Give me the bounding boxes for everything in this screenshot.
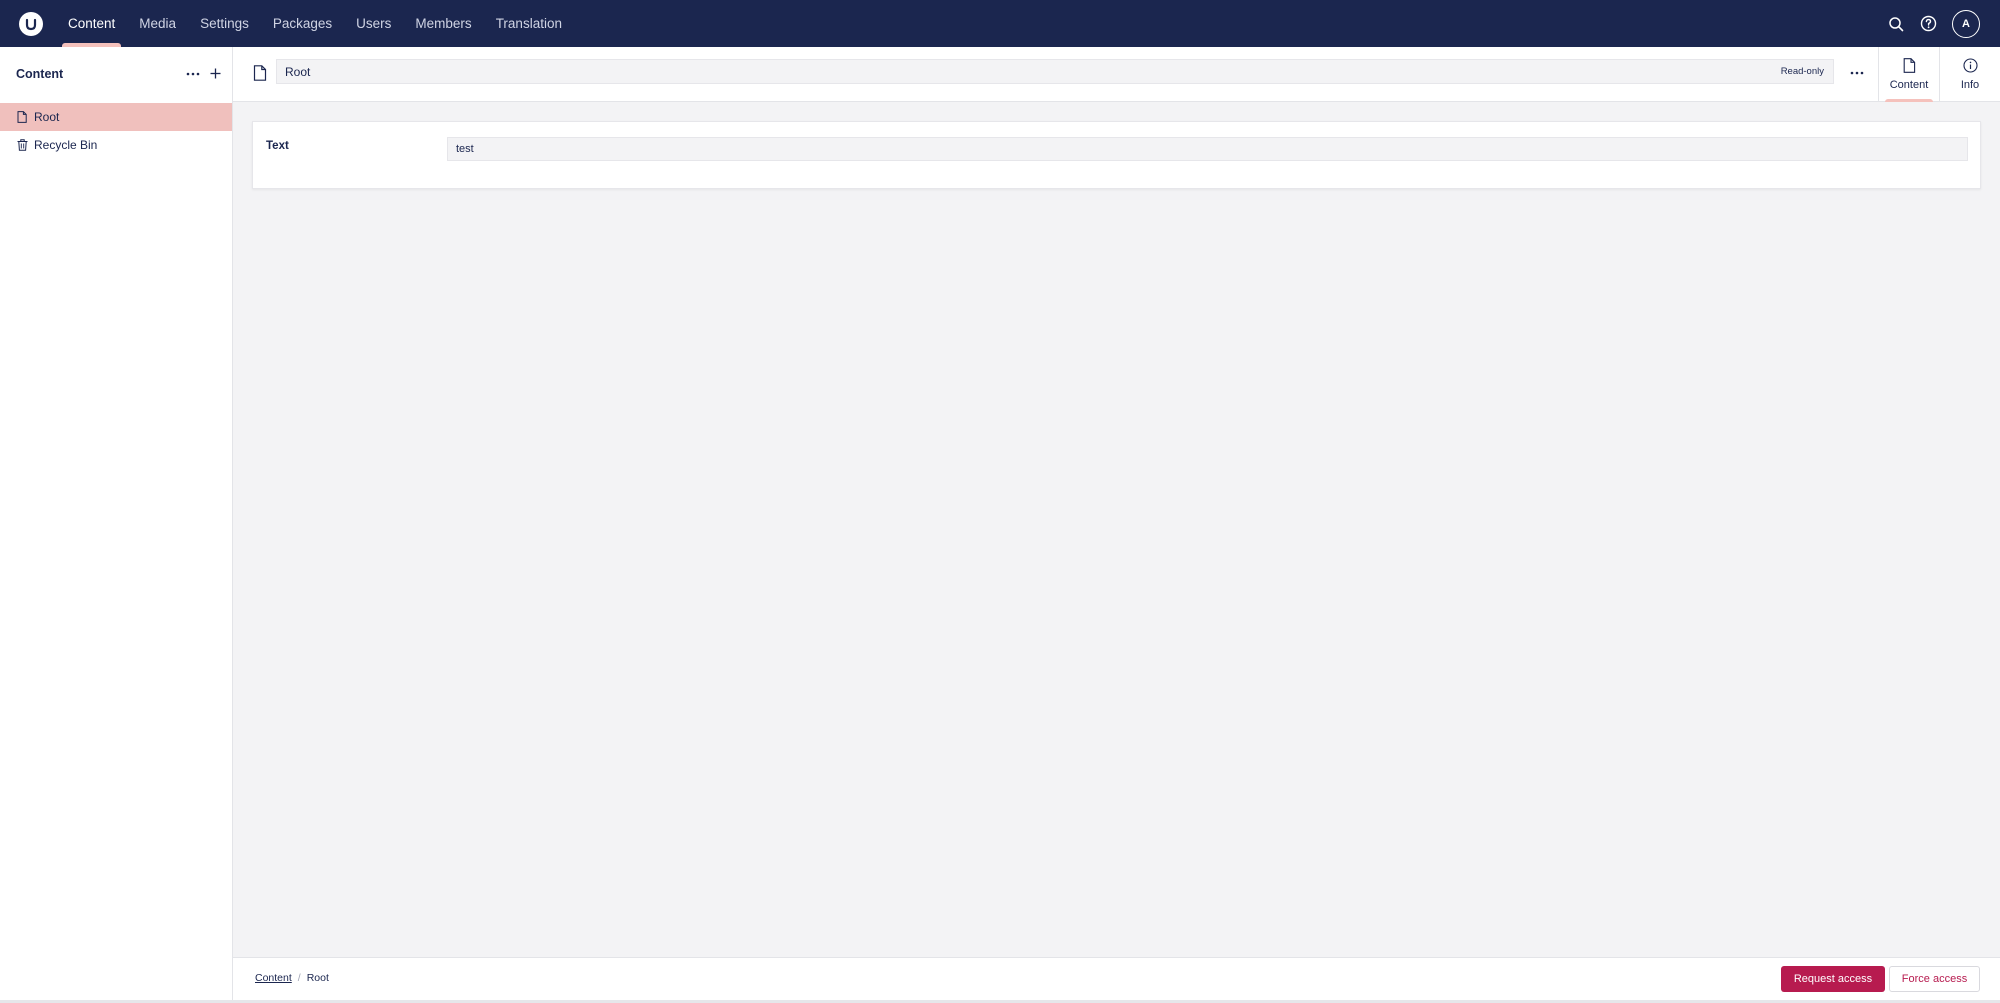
section-label: Packages bbox=[272, 16, 333, 31]
document-icon bbox=[16, 111, 28, 124]
tree-item-label: Recycle Bin bbox=[34, 138, 98, 152]
sidebar-title: Content bbox=[16, 66, 64, 81]
umbraco-logo-icon[interactable] bbox=[19, 11, 43, 36]
header-tools: A bbox=[1886, 0, 1980, 47]
section-media[interactable]: Media bbox=[127, 0, 188, 47]
breadcrumb-separator: / bbox=[297, 972, 301, 984]
read-only-badge: Read-only bbox=[1780, 66, 1824, 77]
workspace-footer: Content / Root Request access Force acce… bbox=[233, 957, 2000, 1001]
user-avatar[interactable]: A bbox=[1952, 9, 1980, 38]
text-property-input[interactable]: test bbox=[447, 137, 1968, 161]
section-label: Media bbox=[139, 16, 177, 31]
property-value: test bbox=[456, 143, 474, 155]
avatar-initial: A bbox=[1962, 17, 1970, 30]
tree-item-recycle-bin[interactable]: Recycle Bin bbox=[0, 131, 232, 159]
tab-label: Info bbox=[1960, 79, 1980, 91]
document-icon[interactable] bbox=[253, 65, 267, 81]
add-icon[interactable] bbox=[208, 67, 222, 81]
content-tree-sidebar: Content Root Recycle Bin bbox=[0, 47, 233, 1003]
search-icon[interactable] bbox=[1886, 14, 1906, 34]
node-name-value: Root bbox=[285, 64, 311, 79]
section-translation[interactable]: Translation bbox=[484, 0, 574, 47]
sidebar-actions bbox=[186, 47, 222, 100]
section-users[interactable]: Users bbox=[344, 0, 403, 47]
section-settings[interactable]: Settings bbox=[188, 0, 261, 47]
property-label: Text bbox=[266, 140, 289, 152]
tab-label: Content bbox=[1889, 79, 1929, 91]
tree-item-label: Root bbox=[34, 110, 60, 124]
breadcrumb-content-link[interactable]: Content bbox=[255, 972, 292, 984]
force-access-button[interactable]: Force access bbox=[1889, 966, 1980, 992]
request-access-button[interactable]: Request access bbox=[1781, 966, 1885, 992]
section-members[interactable]: Members bbox=[403, 0, 483, 47]
more-actions-icon[interactable] bbox=[186, 67, 200, 81]
tree-item-root[interactable]: Root bbox=[0, 103, 232, 131]
breadcrumb: Content / Root bbox=[255, 972, 329, 984]
tab-content[interactable]: Content bbox=[1878, 47, 1939, 102]
section-label: Users bbox=[356, 16, 392, 31]
tab-info[interactable]: Info bbox=[1939, 47, 2000, 102]
more-actions-icon[interactable] bbox=[1845, 66, 1869, 80]
section-label: Translation bbox=[495, 16, 562, 31]
trash-icon bbox=[16, 139, 28, 152]
workspace: Root Read-only Content Info Text test Co… bbox=[233, 47, 2000, 1003]
node-name-input[interactable]: Root Read-only bbox=[276, 59, 1834, 84]
sidebar-header: Content bbox=[0, 47, 232, 100]
document-icon bbox=[1903, 58, 1916, 76]
section-packages[interactable]: Packages bbox=[261, 0, 344, 47]
section-nav: Content Media Settings Packages Users Me… bbox=[56, 0, 574, 47]
section-content[interactable]: Content bbox=[56, 0, 127, 47]
top-header: Content Media Settings Packages Users Me… bbox=[0, 0, 2000, 47]
info-icon bbox=[1962, 58, 1978, 76]
section-label: Settings bbox=[200, 16, 249, 31]
workspace-header: Root Read-only Content Info bbox=[233, 47, 2000, 102]
help-icon[interactable] bbox=[1918, 14, 1938, 34]
properties-card: Text test bbox=[252, 121, 1981, 189]
section-label: Content bbox=[68, 16, 116, 31]
breadcrumb-current: Root bbox=[306, 972, 329, 984]
section-label: Members bbox=[415, 16, 472, 31]
